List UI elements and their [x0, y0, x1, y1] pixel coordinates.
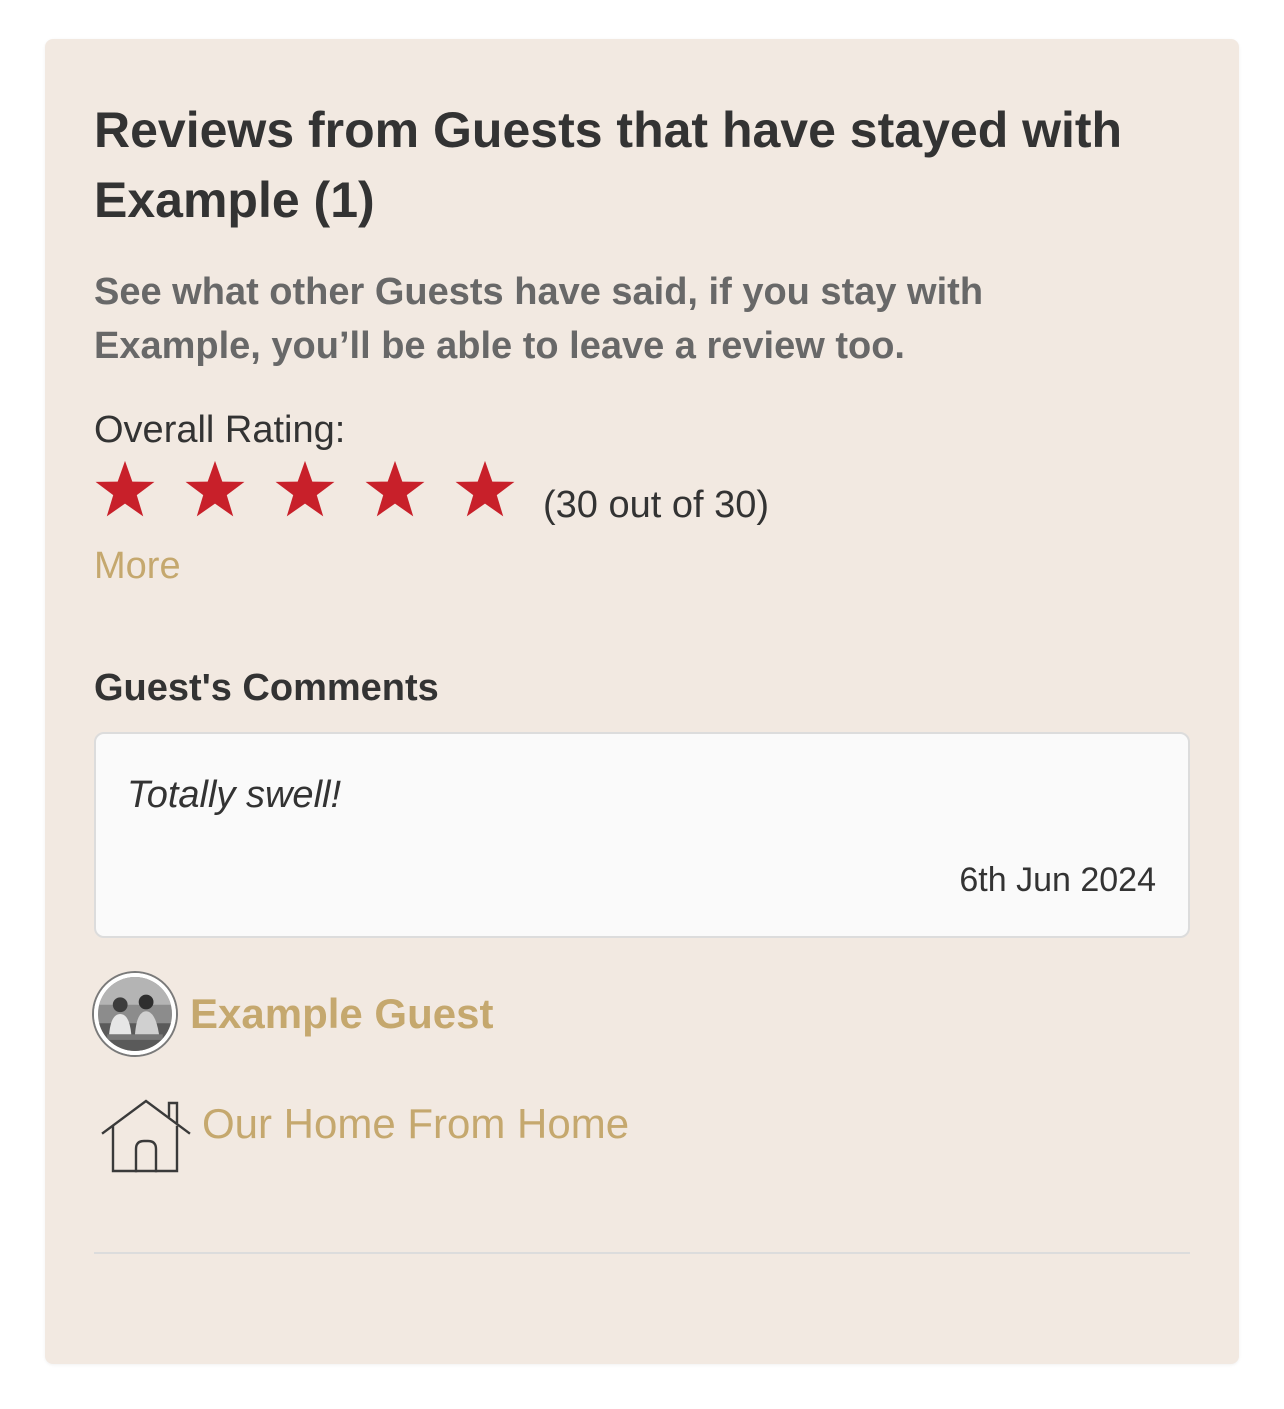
avatar[interactable] — [94, 973, 176, 1055]
comments-heading: Guest's Comments — [94, 667, 439, 709]
reviews-subtitle: See what other Guests have said, if you … — [94, 271, 984, 367]
guest-name-link[interactable]: Example Guest — [190, 989, 493, 1039]
reviews-title: Reviews from Guests that have stayed wit… — [94, 102, 1123, 228]
star-icon — [94, 459, 156, 521]
overall-rating-label: Overall Rating: — [94, 409, 346, 451]
star-icon — [454, 459, 516, 521]
star-rating — [94, 455, 544, 525]
guest-row: Example Guest — [94, 969, 493, 1059]
property-row: Our Home From Home — [100, 1097, 629, 1177]
more-link[interactable]: More — [94, 541, 181, 591]
reviews-card: Reviews from Guests that have stayed wit… — [45, 39, 1239, 1364]
divider — [94, 1252, 1190, 1254]
star-icon — [364, 459, 426, 521]
star-icon — [184, 459, 246, 521]
house-icon — [100, 1097, 192, 1175]
comment-date: 6th Jun 2024 — [959, 861, 1156, 899]
rating-value: (30 out of 30) — [543, 484, 770, 526]
property-link[interactable]: Our Home From Home — [202, 1099, 629, 1149]
comment-text: Totally swell! — [127, 774, 342, 816]
comment-card: Totally swell! 6th Jun 2024 — [94, 732, 1190, 938]
star-icon — [274, 459, 336, 521]
